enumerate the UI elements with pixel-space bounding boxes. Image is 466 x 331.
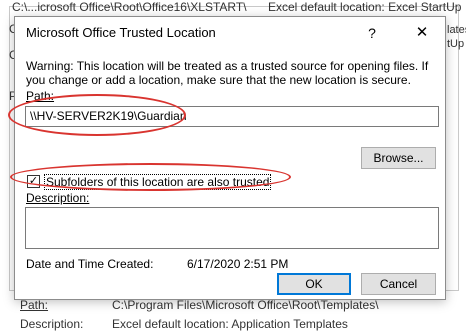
help-button[interactable]: ?	[361, 22, 383, 44]
created-value: 6/17/2020 2:51 PM	[187, 257, 289, 271]
ok-button-label: OK	[305, 277, 323, 291]
created-label: Date and Time Created:	[26, 257, 154, 271]
bg-row-path: C:\...icrosoft Office\Root\Office16\XLST…	[12, 0, 247, 14]
browse-button[interactable]: Browse...	[361, 147, 436, 169]
browse-button-label: Browse...	[373, 151, 424, 165]
bg-description-value: Excel default location: Application Temp…	[112, 317, 348, 331]
description-input[interactable]	[25, 207, 439, 249]
dialog-title: Microsoft Office Trusted Location	[26, 25, 216, 40]
bg-path-value: C:\Program Files\Microsoft Office\Root\T…	[112, 298, 379, 312]
bg-right-fragment: lates	[447, 24, 466, 36]
cancel-button[interactable]: Cancel	[361, 273, 436, 295]
trusted-location-dialog: Microsoft Office Trusted Location ? ✕ Wa…	[14, 16, 446, 300]
description-label: Description:	[26, 191, 90, 205]
bg-right-fragment: tUp	[447, 38, 465, 50]
dialog-titlebar[interactable]: Microsoft Office Trusted Location ? ✕	[15, 17, 445, 49]
ok-button[interactable]: OK	[277, 273, 351, 295]
security-warning: Warning: This location will be treated a…	[26, 59, 429, 87]
subfolders-highlight-oval	[10, 163, 291, 191]
bg-row-description: Excel default location: Excel StartUp	[268, 0, 462, 14]
cancel-button-label: Cancel	[379, 277, 418, 291]
close-button[interactable]: ✕	[411, 22, 433, 44]
bg-description-label: Description:	[20, 317, 84, 331]
bg-path-label: Path:	[20, 298, 49, 312]
path-highlight-oval	[8, 94, 186, 136]
